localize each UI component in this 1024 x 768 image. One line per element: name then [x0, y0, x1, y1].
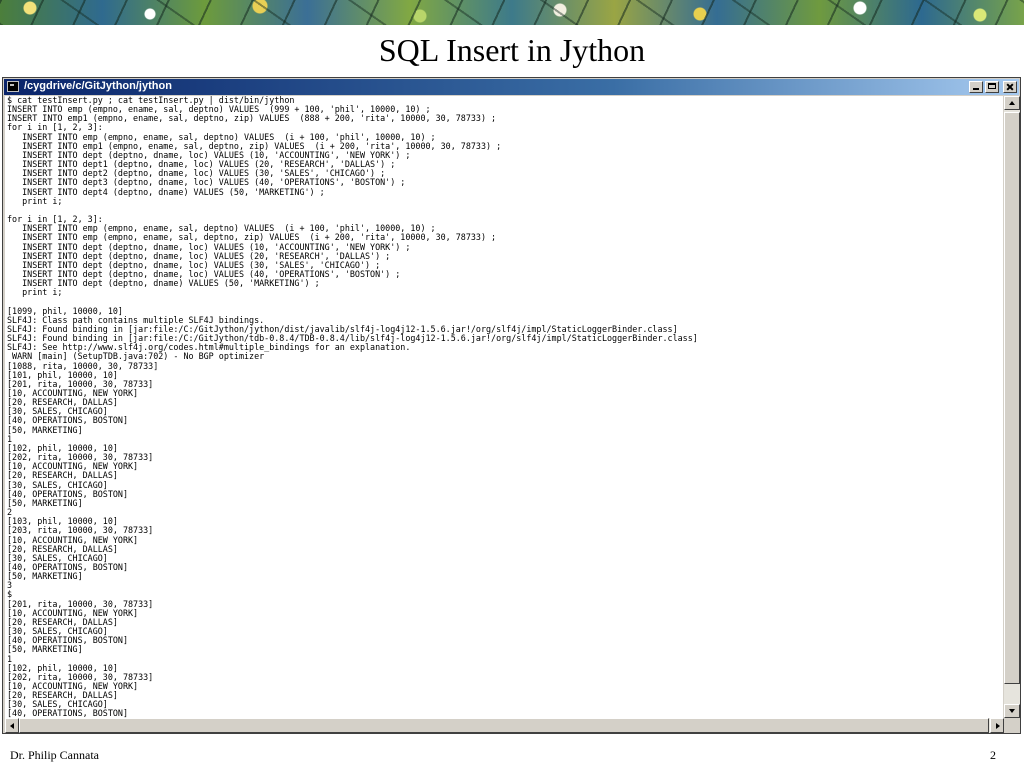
scroll-down-button[interactable]: [1004, 704, 1020, 718]
terminal-output[interactable]: $ cat testInsert.py ; cat testInsert.py …: [5, 96, 1003, 718]
footer-author: Dr. Philip Cannata: [10, 748, 99, 762]
maximize-button[interactable]: [985, 81, 999, 93]
terminal-line: [40, OPERATIONS, BOSTON]: [7, 635, 129, 646]
terminal-line: [102, phil, 10000, 10]: [7, 662, 118, 673]
horizontal-scrollbar[interactable]: [5, 718, 1004, 733]
terminal-line: [30, SALES, CHICAGO]: [7, 626, 108, 637]
terminal-line: INSERT INTO dept (deptno, dname) VALUES …: [7, 278, 320, 289]
terminal-line: INSERT INTO emp1 (empno, ename, sal, dep…: [7, 113, 497, 124]
terminal-line: [10, ACCOUNTING, NEW YORK]: [7, 607, 139, 618]
terminal-line: [20, RESEARCH, DALLAS]: [7, 690, 118, 701]
terminal-line: [20, RESEARCH, DALLAS]: [7, 470, 118, 481]
terminal-window: /cygdrive/c/GitJython/jython $ cat testI…: [2, 77, 1021, 734]
scroll-right-button[interactable]: [990, 718, 1004, 733]
terminal-line: [40, OPERATIONS, BOSTON]: [7, 708, 129, 718]
terminal-line: [30, SALES, CHICAGO]: [7, 552, 108, 563]
terminal-line: INSERT INTO dept4 (deptno, dname) VALUES…: [7, 186, 325, 197]
terminal-line: [101, phil, 10000, 10]: [7, 369, 118, 380]
terminal-line: [10, ACCOUNTING, NEW YORK]: [7, 681, 139, 691]
terminal-line: 2: [7, 507, 13, 518]
terminal-line: [50, MARKETING]: [7, 644, 83, 655]
terminal-line: $: [7, 589, 13, 600]
arrow-up-icon: [1009, 101, 1015, 105]
terminal-icon[interactable]: [7, 81, 19, 92]
terminal-line: 1: [7, 433, 13, 444]
arrow-right-icon: [996, 723, 1000, 729]
terminal-line: [202, rita, 10000, 30, 78733]: [7, 671, 154, 682]
terminal-text: $ cat testInsert.py ; cat testInsert.py …: [5, 96, 1003, 718]
terminal-line: [50, MARKETING]: [7, 497, 83, 508]
horizontal-scroll-thumb[interactable]: [19, 718, 989, 733]
terminal-line: 1: [7, 653, 13, 664]
window-titlebar[interactable]: /cygdrive/c/GitJython/jython: [4, 79, 1019, 95]
scroll-left-button[interactable]: [5, 718, 19, 733]
terminal-line: [201, rita, 10000, 30, 78733]: [7, 378, 154, 389]
scroll-up-button[interactable]: [1004, 96, 1020, 110]
arrow-left-icon: [10, 723, 14, 729]
terminal-line: [203, rita, 10000, 30, 78733]: [7, 525, 154, 536]
terminal-line: [1088, rita, 10000, 30, 78733]: [7, 360, 159, 371]
minimize-button[interactable]: [969, 81, 983, 93]
terminal-line: print i;: [7, 195, 63, 206]
terminal-line: [30, SALES, CHICAGO]: [7, 479, 108, 490]
terminal-line: [40, OPERATIONS, BOSTON]: [7, 561, 129, 572]
terminal-line: [10, ACCOUNTING, NEW YORK]: [7, 534, 139, 545]
terminal-line: [102, phil, 10000, 10]: [7, 442, 118, 453]
terminal-line: [20, RESEARCH, DALLAS]: [7, 397, 118, 408]
terminal-line: [30, SALES, CHICAGO]: [7, 406, 108, 417]
slide-title: SQL Insert in Jython: [378, 32, 646, 68]
terminal-line: [50, MARKETING]: [7, 424, 83, 435]
stained-glass-banner: [0, 0, 1024, 25]
terminal-line: [103, phil, 10000, 10]: [7, 516, 118, 527]
footer-page-number: 2: [990, 748, 996, 762]
terminal-line: [202, rita, 10000, 30, 78733]: [7, 452, 154, 463]
terminal-line: 3: [7, 580, 13, 591]
terminal-line: [10, ACCOUNTING, NEW YORK]: [7, 388, 139, 398]
terminal-line: [201, rita, 10000, 30, 78733]: [7, 598, 154, 609]
window-title: /cygdrive/c/GitJython/jython: [24, 80, 172, 92]
terminal-line: [50, MARKETING]: [7, 571, 83, 582]
terminal-line: [40, OPERATIONS, BOSTON]: [7, 415, 129, 426]
terminal-line: [10, ACCOUNTING, NEW YORK]: [7, 461, 139, 472]
arrow-down-icon: [1009, 709, 1015, 713]
terminal-line: [20, RESEARCH, DALLAS]: [7, 543, 118, 554]
terminal-line: [30, SALES, CHICAGO]: [7, 699, 108, 710]
terminal-line: [40, OPERATIONS, BOSTON]: [7, 488, 129, 499]
close-button[interactable]: [1003, 81, 1017, 93]
vertical-scrollbar[interactable]: [1004, 96, 1020, 718]
vertical-scroll-thumb[interactable]: [1004, 112, 1020, 684]
terminal-line: [20, RESEARCH, DALLAS]: [7, 616, 118, 627]
size-grip[interactable]: [1004, 718, 1020, 733]
terminal-line: print i;: [7, 287, 63, 298]
